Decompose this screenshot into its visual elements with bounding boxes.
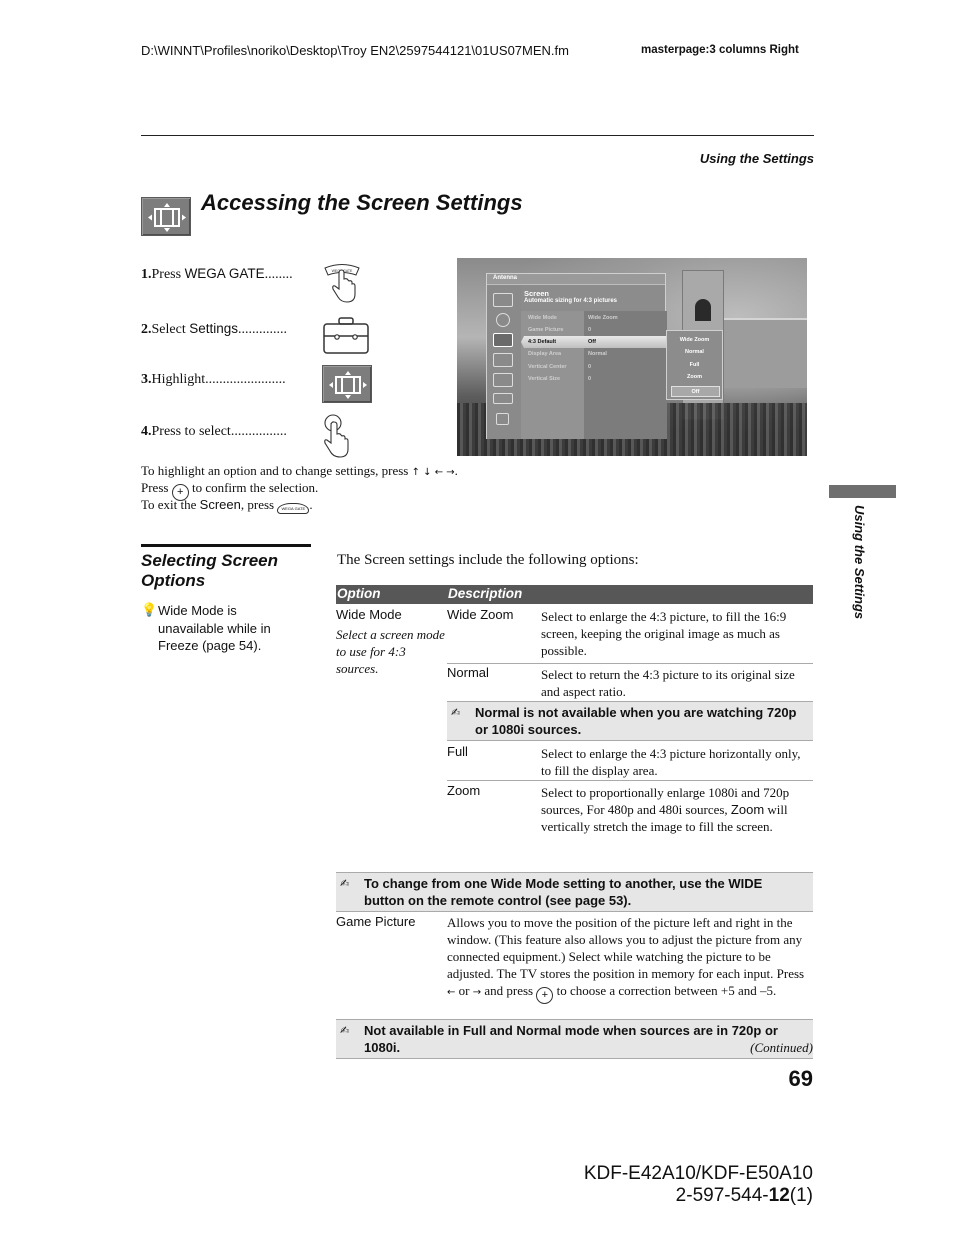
side-tab-marker xyxy=(829,485,896,498)
sub-option-label: Zoom xyxy=(447,783,481,798)
tv-menu-panel: Antenna Screen Automatic sizing for 4:3 … xyxy=(486,273,667,439)
step-number: 1. xyxy=(141,267,152,282)
tv-menu-title: Screen xyxy=(524,289,550,298)
arrow-keys-icon: ↑ ↓ ← → xyxy=(411,467,455,478)
note-pencil-icon: ✍ xyxy=(451,706,461,719)
running-head: Using the Settings xyxy=(699,151,814,166)
header-description: Description xyxy=(448,586,523,601)
step-key: WEGA GATE xyxy=(184,266,265,281)
step-leader: ....................... xyxy=(205,372,286,387)
subsection-rule xyxy=(141,544,311,547)
sub-option-desc: Select to proportionally enlarge 1080i a… xyxy=(541,785,790,834)
tv-option-popup: Wide Zoom Normal Full Zoom Off xyxy=(666,330,723,400)
step-text: Select xyxy=(151,322,190,337)
screen-settings-icon xyxy=(141,197,191,236)
tv-menu-screenshot: Antenna Screen Automatic sizing for 4:3 … xyxy=(457,258,807,456)
right-arrow-icon: → xyxy=(472,987,482,998)
sound-icon xyxy=(496,313,510,327)
top-rule xyxy=(141,135,814,136)
side-tab-label: Using the Settings xyxy=(852,505,867,620)
step-number: 4. xyxy=(141,424,152,439)
tv-popup-option[interactable]: Full xyxy=(667,362,722,368)
enter-button-icon: + xyxy=(536,987,554,1004)
subsection-title: Selecting Screen Options xyxy=(141,551,279,590)
sub-option-desc: Select to return the 4:3 picture to its … xyxy=(541,667,795,699)
screen-icon xyxy=(493,333,513,347)
tv-menu-subtitle: Automatic sizing for 4:3 pictures xyxy=(524,298,618,304)
tv-popup-option-selected[interactable]: Off xyxy=(671,386,720,397)
page-number: 69 xyxy=(788,1066,813,1091)
step-key: Settings xyxy=(189,321,238,336)
lightbulb-tip-icon: 💡 xyxy=(141,603,158,618)
continued-label: (Continued) xyxy=(750,1040,813,1055)
step-leader: .............. xyxy=(238,322,287,337)
step-text: Press xyxy=(151,267,185,282)
model-number: KDF-E42A10/KDF-E50A10 2-597-544-12(1) xyxy=(583,1163,813,1206)
option-label: Wide Mode xyxy=(336,607,402,622)
tv-menu-row[interactable]: Wide Mode Wide Zoom xyxy=(521,312,667,324)
tv-popup-option[interactable]: Zoom xyxy=(667,374,722,380)
sub-option-desc: Select to enlarge the 4:3 picture horizo… xyxy=(541,746,801,778)
note-game-picture: ✍ Not available in Full and Normal mode … xyxy=(336,1019,813,1059)
tv-background-building xyxy=(724,318,807,388)
step-3: 3.Highlight....................... xyxy=(141,372,286,388)
masterpage-label: masterpage:3 columns Right xyxy=(641,44,799,56)
wega-gate-button-icon: WEGA GATE xyxy=(277,503,310,514)
option-label: Game Picture xyxy=(336,914,416,929)
step-number: 2. xyxy=(141,322,152,337)
header-option: Option xyxy=(337,586,381,601)
note-pencil-icon: ✍ xyxy=(340,877,350,890)
tv-input-source: Antenna xyxy=(493,275,517,281)
instruction-line-1: To highlight an option and to change set… xyxy=(141,463,458,478)
step-text: Highlight xyxy=(151,372,206,387)
picture-icon xyxy=(493,293,513,307)
screen-settings-icon xyxy=(322,365,372,403)
page-title: Accessing the Screen Settings xyxy=(201,190,523,215)
sub-option-desc: Select to enlarge the 4:3 picture, to fi… xyxy=(541,609,787,658)
options-table: Option Description Wide Mode Select a sc… xyxy=(336,585,813,1059)
tv-popup-option[interactable]: Normal xyxy=(667,349,722,355)
step-text: Press to select xyxy=(151,424,231,439)
tv-menu-header: Screen Automatic sizing for 4:3 pictures xyxy=(524,289,617,304)
instruction-line-3: To exit the Screen, press WEGA GATE. xyxy=(141,497,313,514)
tv-menu-row[interactable]: Game Picture 0 xyxy=(521,324,667,336)
option-note: Select a screen mode to use for 4:3 sour… xyxy=(336,627,445,676)
sub-option-label: Normal xyxy=(447,665,489,680)
wega-gate-press-icon: WEGA GATE xyxy=(322,261,362,303)
sub-option-label: Wide Zoom xyxy=(447,607,514,622)
file-path: D:\WINNT\Profiles\noriko\Desktop\Troy EN… xyxy=(141,43,569,58)
sub-option-label: Full xyxy=(447,744,468,759)
table-intro: The Screen settings include the followin… xyxy=(337,552,639,568)
note-wide-button: ✍ To change from one Wide Mode setting t… xyxy=(336,872,813,912)
parent-lock-icon xyxy=(493,373,513,387)
settings-toolbox-icon xyxy=(322,316,370,355)
tv-menu-row[interactable]: Vertical Size 0 xyxy=(521,373,667,385)
tv-menu-sidebar xyxy=(487,285,521,439)
step-leader: ................ xyxy=(230,424,287,439)
step-2: 2.Select Settings.............. xyxy=(141,321,287,338)
table-header: Option Description xyxy=(336,585,813,604)
tv-menu-list: Wide Mode Wide Zoom Game Picture 0 4:3 Def… xyxy=(521,311,667,439)
note-normal-unavailable: ✍ Normal is not available when you are w… xyxy=(447,701,813,741)
step-number: 3. xyxy=(141,372,152,387)
table-row-game-picture: Game Picture Allows you to move the posi… xyxy=(336,912,813,1019)
tv-menu-row-highlighted[interactable]: 4:3 Default Off xyxy=(521,336,667,348)
tv-menu-row[interactable]: Display Area Normal xyxy=(521,348,667,360)
applications-icon xyxy=(496,413,509,425)
channel-icon xyxy=(493,353,513,367)
tip-text: Wide Mode is unavailable while in Freeze… xyxy=(158,603,271,653)
tv-popup-option[interactable]: Wide Zoom xyxy=(667,337,722,343)
step-leader: ........ xyxy=(264,267,293,282)
tv-menu-row[interactable]: Vertical Center 0 xyxy=(521,361,667,373)
step-1: 1.Press WEGA GATE........ xyxy=(141,266,293,283)
setup-icon xyxy=(493,393,513,404)
enter-press-icon: + xyxy=(322,413,354,458)
note-pencil-icon: ✍ xyxy=(340,1024,350,1037)
table-row-wide-mode: Wide Mode Select a screen mode to use fo… xyxy=(336,604,813,872)
step-4: 4.Press to select................ xyxy=(141,424,287,440)
option-desc: Allows you to move the position of the p… xyxy=(447,914,811,1004)
